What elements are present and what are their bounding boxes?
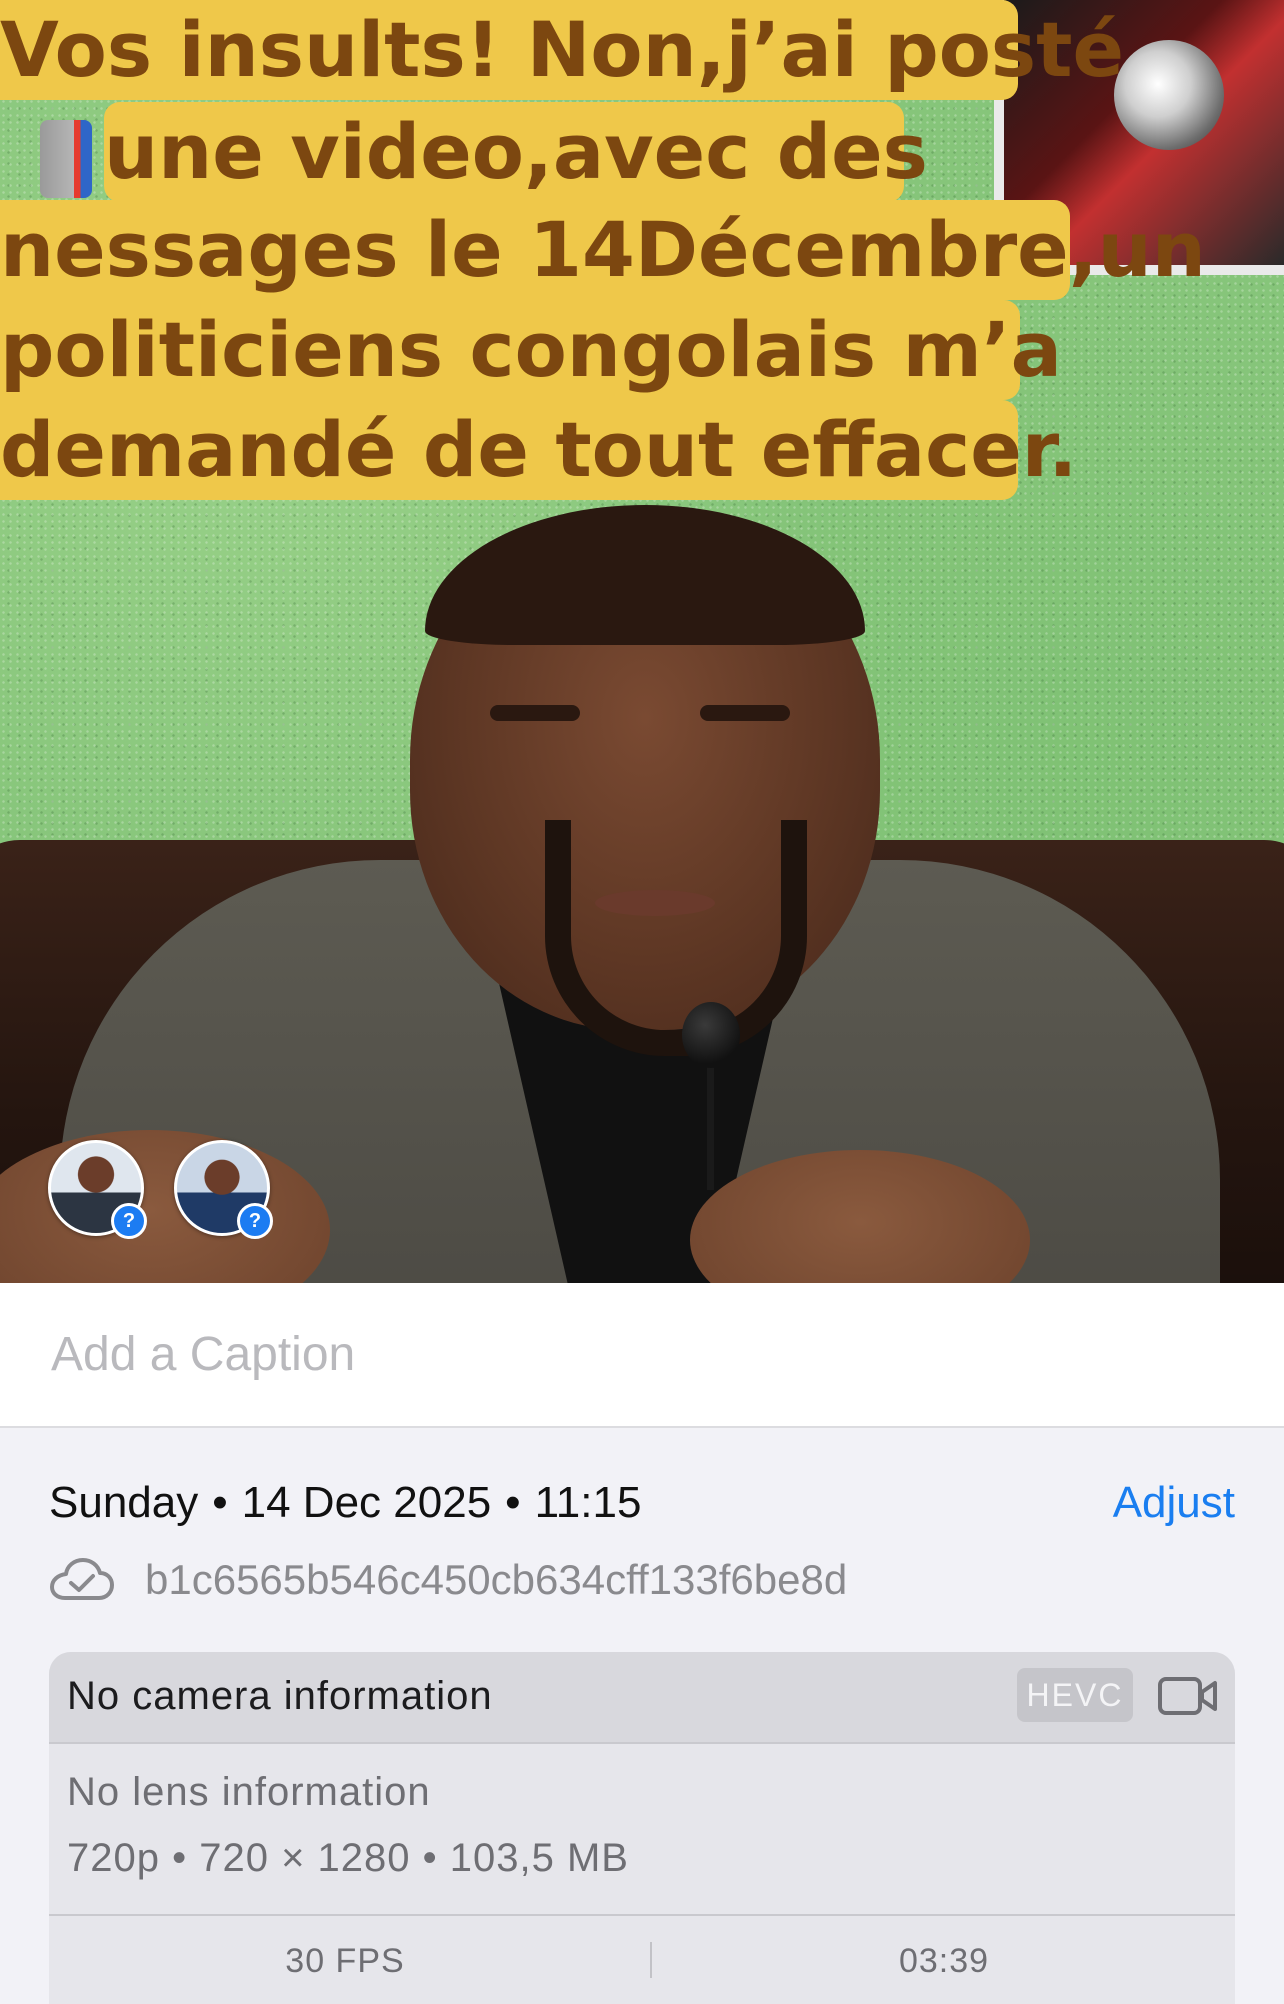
unknown-person-badge: ? xyxy=(111,1203,147,1239)
poster-lamp xyxy=(1114,40,1224,150)
unknown-person-badge: ? xyxy=(237,1203,273,1239)
adjust-button[interactable]: Adjust xyxy=(1113,1478,1235,1528)
camera-info: No camera information xyxy=(67,1674,493,1718)
file-name: b1c6565b546c450cb634cff133f6be8d xyxy=(145,1556,848,1603)
person-mouth xyxy=(595,890,715,916)
icloud-check-icon xyxy=(50,1558,114,1600)
date-label: 14 Dec 2025 xyxy=(241,1478,492,1527)
time-label: 11:15 xyxy=(534,1478,642,1527)
video-specs: 720p • 720 × 1280 • 103,5 MB xyxy=(67,1836,629,1880)
caption-input[interactable] xyxy=(49,1313,1233,1395)
overlay-line: une video,avec des xyxy=(104,102,928,202)
overlay-line: politiciens congolais m’a xyxy=(0,300,1062,400)
footer-divider xyxy=(650,1942,652,1978)
person-eye-right xyxy=(700,705,790,721)
flag-decoration xyxy=(40,120,92,198)
separator-dot: • xyxy=(505,1478,521,1527)
detected-person-avatar[interactable]: ? xyxy=(48,1140,147,1239)
date-time-line: Sunday • 14 Dec 2025 • 11:15 xyxy=(49,1478,641,1528)
person-beard xyxy=(545,820,807,1056)
separator-dot: • xyxy=(212,1478,228,1527)
codec-badge: HEVC xyxy=(1017,1668,1133,1722)
overlay-line: Vos insults! Non,j’ai posté xyxy=(0,0,1124,100)
lens-info: No lens information xyxy=(67,1770,431,1814)
microphone-icon xyxy=(682,1002,740,1068)
camera-header: No camera information HEVC xyxy=(49,1652,1235,1744)
media-info-card: No camera information HEVC No lens infor… xyxy=(49,1652,1235,2004)
video-camera-icon xyxy=(1158,1677,1217,1715)
frame-rate: 30 FPS xyxy=(285,1942,405,1980)
video-preview[interactable]: Vos insults! Non,j’ai posté une video,av… xyxy=(0,0,1284,1283)
card-footer: 30 FPS 03:39 xyxy=(49,1914,1235,2004)
overlay-line: demandé de tout effacer. xyxy=(0,400,1077,500)
video-duration: 03:39 xyxy=(898,1942,990,1980)
overlay-line: nessages le 14Décembre,un xyxy=(0,200,1206,300)
microphone-wire xyxy=(707,1060,714,1190)
day-label: Sunday xyxy=(49,1478,199,1527)
detected-person-avatar[interactable]: ? xyxy=(174,1140,273,1239)
person-eye-left xyxy=(490,705,580,721)
caption-row xyxy=(0,1283,1284,1428)
